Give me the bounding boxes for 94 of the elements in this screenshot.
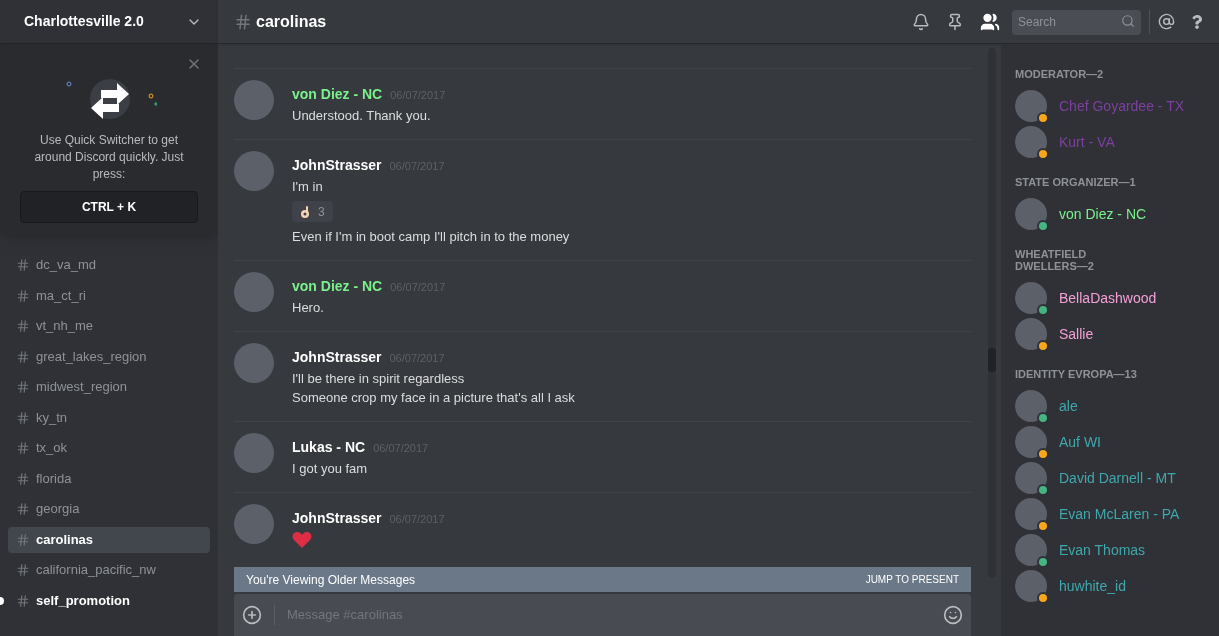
channel-name: florida [36,469,72,488]
pin-icon[interactable] [946,12,964,31]
hash-icon [16,502,30,516]
help-icon[interactable] [1191,14,1203,29]
reaction-button[interactable]: 3 [292,201,333,222]
hash-icon [16,410,30,425]
search-field[interactable]: Search [1012,9,1141,35]
channel-item[interactable]: ma_ct_ri [8,282,210,309]
avatar[interactable] [1015,390,1047,422]
member-name[interactable]: Evan McLaren - PA [1059,503,1180,525]
channel-name: self_promotion [36,591,130,610]
message-text: Understood. Thank you. [292,107,432,124]
channel-name: georgia [36,500,80,519]
avatar[interactable] [1015,570,1047,602]
channel-item[interactable]: great_lakes_region [8,343,210,370]
member-name[interactable]: von Diez - NC [1059,203,1147,225]
role-heading: IDENTITY EVROPA—13 [1015,368,1138,380]
message-text: Even if I'm in boot camp I'll pitch in to the money [292,228,570,245]
avatar[interactable] [1015,126,1047,158]
mention-icon[interactable] [1158,13,1175,30]
message-text: I'll be there in spirit regardless [292,370,466,387]
channel-item[interactable]: self_promotion [8,587,210,614]
member-name[interactable]: huwhite_id [1059,575,1126,597]
jump-to-present-button[interactable]: JUMP TO PRESENT [865,572,959,587]
ok-hand-icon [300,204,312,219]
avatar[interactable] [1015,90,1047,122]
channel-name: tx_ok [36,439,68,458]
hash-icon [16,471,30,486]
channel-name: ky_tn [36,408,68,427]
hash-icon [16,258,30,272]
channel-item[interactable]: ky_tn [8,404,210,431]
avatar[interactable] [1015,498,1047,530]
author-name[interactable]: JohnStrasser [292,508,382,529]
channel-name: midwest_region [36,378,128,397]
avatar[interactable] [1015,282,1047,314]
channel-item[interactable]: tx_ok [8,435,210,461]
avatar[interactable] [1015,534,1047,566]
hash-icon [16,563,30,577]
channel-name: carolinas [36,530,94,549]
message-text: I'm in [292,178,324,195]
member-name[interactable]: Sallie [1059,323,1094,345]
hash-icon [16,593,30,608]
hash-icon [16,319,30,333]
author-name[interactable]: von Diez - NC [292,84,383,105]
avatar[interactable] [1015,318,1047,350]
member-name[interactable]: ale [1059,395,1078,417]
member-name[interactable]: David Darnell - MT [1059,467,1176,489]
role-heading: WHEATFIELD DWELLERS—2 [1015,248,1095,272]
channel-item[interactable]: georgia [8,496,210,522]
reaction-count: 3 [318,203,325,221]
channel-item[interactable]: vt_nh_me [8,313,210,339]
heart-icon [292,531,312,549]
channel-name: california_pacific_nw [36,561,156,580]
message-text: I got you fam [292,460,369,477]
role-heading: STATE ORGANIZER—1 [1015,176,1137,188]
scrollbar-thumb[interactable] [988,348,996,372]
channel-item[interactable]: carolinas [8,526,210,553]
channel-name: dc_va_md [36,256,96,275]
avatar[interactable] [1015,198,1047,230]
hash-icon [16,532,30,547]
shortcut-button[interactable]: CTRL + K [20,191,198,223]
hash-icon [234,12,252,31]
channel-title: carolinas [256,11,327,32]
hash-icon [16,349,30,364]
emoji-icon[interactable] [943,605,963,625]
author-name[interactable]: JohnStrasser [292,347,382,368]
hash-icon [16,380,30,394]
author-name[interactable]: von Diez - NC [292,276,383,297]
author-name[interactable]: Lukas - NC [292,437,366,458]
member-name[interactable]: Evan Thomas [1059,539,1146,561]
channel-name: great_lakes_region [36,347,147,366]
channel-item[interactable]: florida [8,465,210,492]
channel-name: vt_nh_me [36,317,94,336]
hash-icon [16,441,30,455]
members-icon[interactable] [980,11,1000,32]
avatar[interactable] [1015,426,1047,458]
channel-name: ma_ct_ri [36,286,86,305]
quick-switcher-text: Use Quick Switcher to get around Discord quickly. Just press: [33,132,185,183]
search-icon [1121,14,1135,28]
plus-icon[interactable] [242,605,262,625]
channel-item[interactable]: dc_va_md [8,252,210,278]
hash-icon [16,288,30,303]
avatar[interactable] [1015,462,1047,494]
author-name[interactable]: JohnStrasser [292,155,382,176]
bell-icon[interactable] [912,12,930,31]
message-text: Someone crop my face in a picture that's all I ask [292,389,575,406]
role-heading: MODERATOR—2 [1015,68,1105,80]
channel-item[interactable]: midwest_region [8,374,210,400]
member-name[interactable]: Auf WI [1059,431,1101,453]
member-name[interactable]: BellaDashwood [1059,287,1157,309]
message-text: Hero. [292,299,325,316]
server-name[interactable]: Charlottesville 2.0 [24,11,144,32]
older-messages-text: You're Viewing Older Messages [246,571,416,589]
channel-item[interactable]: california_pacific_nw [8,557,210,583]
